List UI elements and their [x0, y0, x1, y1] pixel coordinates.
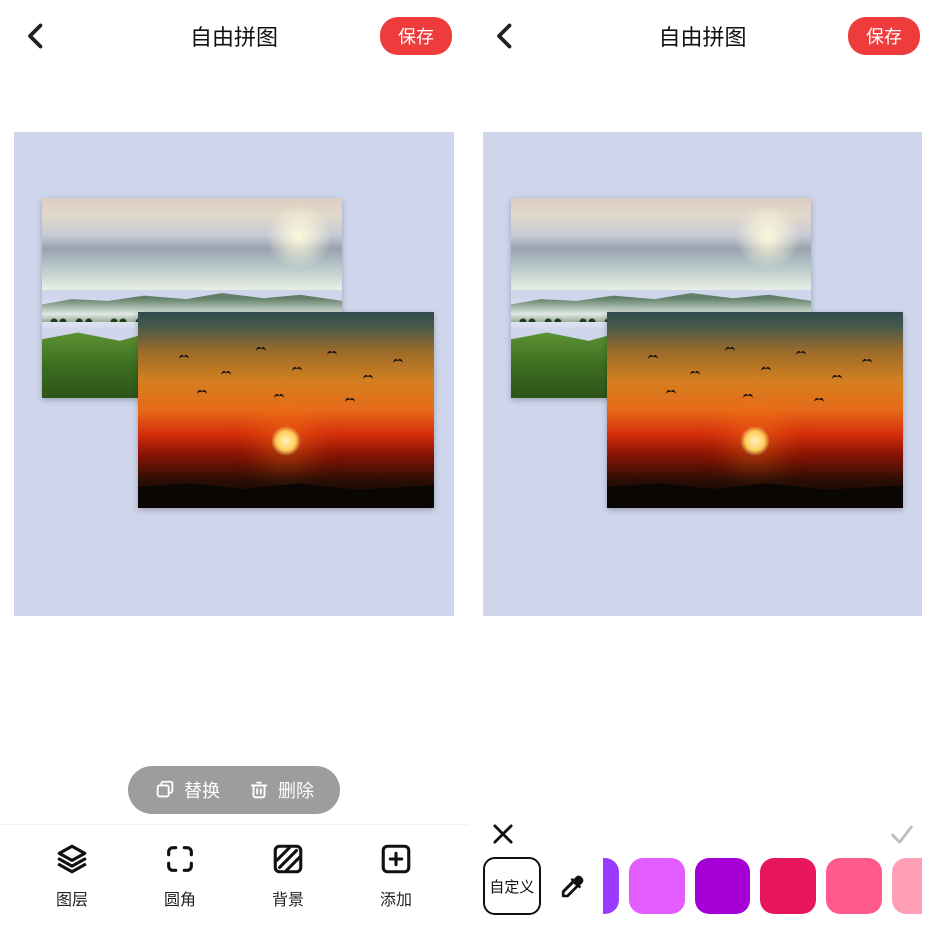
delete-button[interactable]: 删除	[248, 777, 314, 803]
confirm-panel-button[interactable]	[888, 820, 916, 853]
screen-left: 自由拼图 保存 替换	[0, 0, 468, 930]
close-icon	[489, 820, 517, 848]
chevron-left-icon	[487, 18, 523, 54]
tool-background[interactable]: 背景	[271, 842, 305, 910]
color-swatch[interactable]	[629, 858, 685, 914]
header: 自由拼图 保存	[469, 0, 936, 72]
replace-label: 替换	[184, 777, 220, 803]
tool-label: 添加	[380, 886, 412, 910]
eyedropper-icon	[557, 871, 587, 901]
color-swatch-list	[603, 858, 922, 914]
work-area	[469, 72, 936, 930]
corner-radius-icon	[163, 842, 197, 876]
bottom-toolbar: 图层 圆角 背景 添加	[0, 824, 468, 930]
custom-color-button[interactable]: 自定义	[483, 857, 541, 915]
back-button[interactable]	[18, 18, 54, 54]
tool-add[interactable]: 添加	[379, 842, 413, 910]
back-button[interactable]	[487, 18, 523, 54]
screen-right: 自由拼图 保存	[468, 0, 936, 930]
selection-action-pill: 替换 删除	[128, 766, 340, 814]
color-swatch[interactable]	[695, 858, 751, 914]
background-icon	[271, 842, 305, 876]
eyedropper-button[interactable]	[553, 867, 591, 905]
trash-icon	[248, 779, 270, 801]
tool-label: 背景	[272, 886, 304, 910]
check-icon	[888, 820, 916, 848]
sunset-birds-photo[interactable]	[607, 312, 903, 508]
work-area: 替换 删除	[0, 72, 468, 930]
page-title: 自由拼图	[190, 20, 278, 52]
header: 自由拼图 保存	[0, 0, 468, 72]
tool-layers[interactable]: 图层	[55, 842, 89, 910]
collage-canvas[interactable]	[483, 132, 922, 616]
replace-button[interactable]: 替换	[154, 777, 220, 803]
page-title: 自由拼图	[658, 20, 746, 52]
color-swatch[interactable]	[603, 858, 619, 914]
layers-icon	[55, 842, 89, 876]
plus-square-icon	[379, 842, 413, 876]
color-swatch[interactable]	[760, 858, 816, 914]
save-button[interactable]: 保存	[380, 17, 452, 55]
tool-corner-radius[interactable]: 圆角	[163, 842, 197, 910]
save-button[interactable]: 保存	[848, 17, 920, 55]
background-color-panel: 自定义	[469, 810, 936, 930]
color-swatch[interactable]	[892, 858, 922, 914]
collage-canvas[interactable]	[14, 132, 454, 616]
tool-label: 圆角	[164, 886, 196, 910]
color-swatch[interactable]	[826, 858, 882, 914]
delete-label: 删除	[278, 777, 314, 803]
chevron-left-icon	[18, 18, 54, 54]
sunset-birds-photo[interactable]	[138, 312, 434, 508]
replace-icon	[154, 779, 176, 801]
close-panel-button[interactable]	[489, 820, 517, 853]
tool-label: 图层	[56, 886, 88, 910]
